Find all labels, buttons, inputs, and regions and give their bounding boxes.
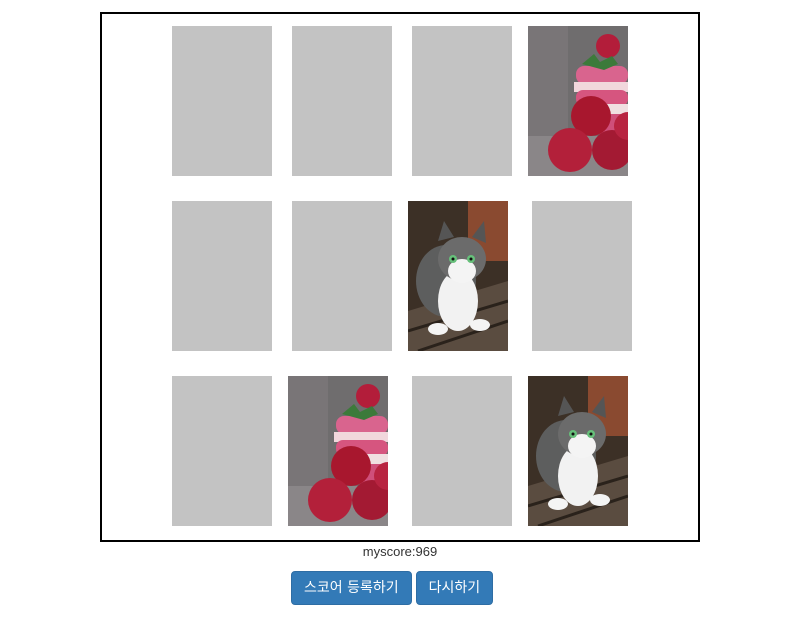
tabby-cat-image — [528, 376, 628, 526]
card-face-down[interactable] — [532, 201, 632, 351]
card-tabby-cat[interactable] — [408, 201, 508, 351]
card-face-down[interactable] — [292, 201, 392, 351]
card-face-down[interactable] — [292, 26, 392, 176]
game-board — [100, 12, 700, 542]
score-display: myscore:969 — [362, 544, 438, 559]
card-face-down[interactable] — [412, 376, 512, 526]
submit-score-button[interactable]: 스코어 등록하기 — [291, 571, 412, 605]
action-buttons: 스코어 등록하기 다시하기 — [291, 571, 494, 605]
card-face-down[interactable] — [172, 376, 272, 526]
card-raspberry-macaron[interactable] — [288, 376, 388, 526]
raspberry-macaron-image — [528, 26, 628, 176]
card-tabby-cat[interactable] — [528, 376, 628, 526]
card-face-down[interactable] — [412, 26, 512, 176]
restart-button[interactable]: 다시하기 — [415, 571, 494, 605]
raspberry-macaron-image — [288, 376, 388, 526]
card-face-down[interactable] — [172, 26, 272, 176]
card-face-down[interactable] — [172, 201, 272, 351]
card-raspberry-macaron[interactable] — [528, 26, 628, 176]
tabby-cat-image — [408, 201, 508, 351]
